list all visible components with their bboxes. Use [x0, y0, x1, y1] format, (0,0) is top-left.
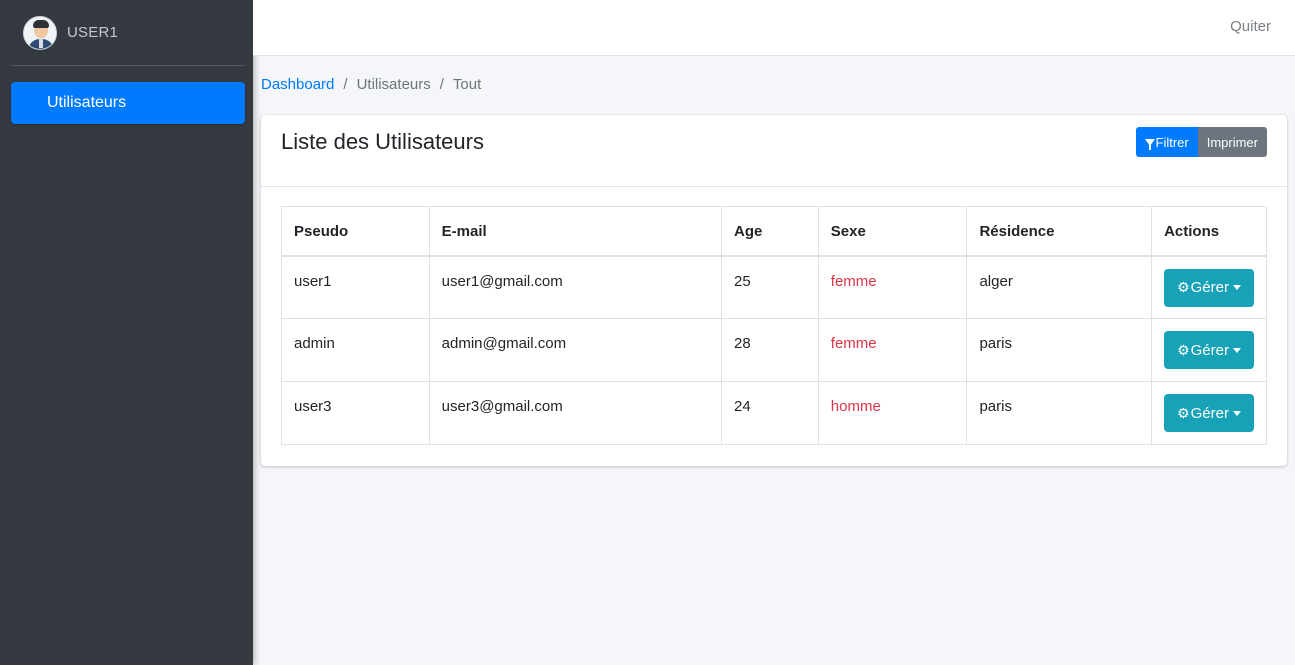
user-name[interactable]: USER1	[67, 24, 118, 41]
sidebar-nav: Utilisateurs	[0, 66, 253, 124]
column-header-sexe: Sexe	[817, 206, 968, 257]
cell-email: admin@gmail.com	[428, 318, 723, 382]
page-title: Liste des Utilisateurs	[281, 129, 484, 154]
column-header-residence: Résidence	[966, 206, 1153, 257]
caret-down-icon	[1232, 410, 1241, 416]
cell-email: user1@gmail.com	[428, 255, 723, 319]
cell-actions: ⚙ Gérer	[1151, 381, 1267, 445]
cell-email: user3@gmail.com	[428, 381, 723, 445]
cell-age: 25	[721, 255, 819, 319]
quit-link[interactable]: Quiter	[1230, 18, 1271, 35]
manage-dropdown-button[interactable]: ⚙ Gérer	[1164, 394, 1254, 432]
filter-icon	[1144, 138, 1155, 150]
sidebar-item-utilisateurs[interactable]: Utilisateurs	[11, 82, 245, 124]
cell-age: 28	[721, 318, 819, 382]
manage-dropdown-button[interactable]: ⚙ Gérer	[1164, 268, 1254, 307]
manage-dropdown-button[interactable]: ⚙ Gérer	[1164, 331, 1254, 369]
cell-residence: paris	[966, 381, 1153, 445]
print-button[interactable]: Imprimer	[1197, 127, 1267, 157]
cell-sexe: homme	[817, 381, 968, 445]
cell-pseudo: user3	[281, 381, 430, 445]
filter-button[interactable]: Filtrer	[1135, 127, 1198, 157]
card-body: Pseudo E-mail Age Sexe Résidence Actions…	[261, 187, 1287, 465]
cell-actions: ⚙ Gérer	[1151, 255, 1267, 319]
breadcrumb-utilisateurs: Utilisateurs	[356, 76, 431, 93]
cell-age: 24	[721, 381, 819, 445]
card-toolbar: Filtrer Imprimer	[1135, 127, 1267, 157]
caret-down-icon	[1232, 285, 1241, 290]
gear-icon: ⚙	[1177, 341, 1190, 358]
manage-label: Gérer	[1190, 404, 1229, 422]
sidebar: USER1 Utilisateurs	[0, 0, 253, 665]
table-row: user3 user3@gmail.com 24 homme paris ⚙ G…	[281, 381, 1267, 445]
table-header-row: Pseudo E-mail Age Sexe Résidence Actions	[281, 206, 1267, 257]
user-avatar[interactable]	[23, 15, 57, 50]
column-header-email: E-mail	[428, 206, 723, 257]
column-header-age: Age	[721, 206, 819, 257]
manage-label: Gérer	[1190, 341, 1229, 359]
table-row: admin admin@gmail.com 28 femme paris ⚙ G…	[281, 318, 1267, 382]
cell-pseudo: user1	[281, 255, 430, 319]
cell-sexe: femme	[817, 318, 968, 382]
breadcrumb-separator: /	[439, 76, 444, 93]
cell-actions: ⚙ Gérer	[1151, 318, 1267, 382]
cell-residence: alger	[966, 255, 1153, 319]
breadcrumb-dashboard[interactable]: Dashboard	[261, 76, 334, 93]
card-header: Liste des Utilisateurs Filtrer Imprimer	[261, 115, 1287, 187]
column-header-pseudo: Pseudo	[281, 206, 430, 257]
filter-label: Filtrer	[1155, 134, 1189, 150]
column-header-actions: Actions	[1151, 206, 1267, 257]
breadcrumb-tout: Tout	[452, 76, 482, 93]
cell-pseudo: admin	[281, 318, 430, 382]
users-card: Liste des Utilisateurs Filtrer Imprimer …	[261, 115, 1287, 466]
table-row: user1 user1@gmail.com 25 femme alger ⚙ G…	[281, 255, 1267, 319]
manage-label: Gérer	[1190, 279, 1229, 296]
cell-sexe: femme	[817, 255, 968, 319]
user-panel: USER1	[11, 0, 245, 66]
breadcrumb: Dashboard / Utilisateurs / Tout	[261, 76, 481, 93]
users-table: Pseudo E-mail Age Sexe Résidence Actions…	[281, 206, 1267, 445]
top-navbar: Quiter	[253, 0, 1295, 56]
breadcrumb-separator: /	[343, 76, 348, 93]
caret-down-icon	[1232, 347, 1241, 353]
cell-residence: paris	[966, 318, 1153, 382]
gear-icon: ⚙	[1177, 279, 1190, 295]
gear-icon: ⚙	[1177, 404, 1190, 421]
